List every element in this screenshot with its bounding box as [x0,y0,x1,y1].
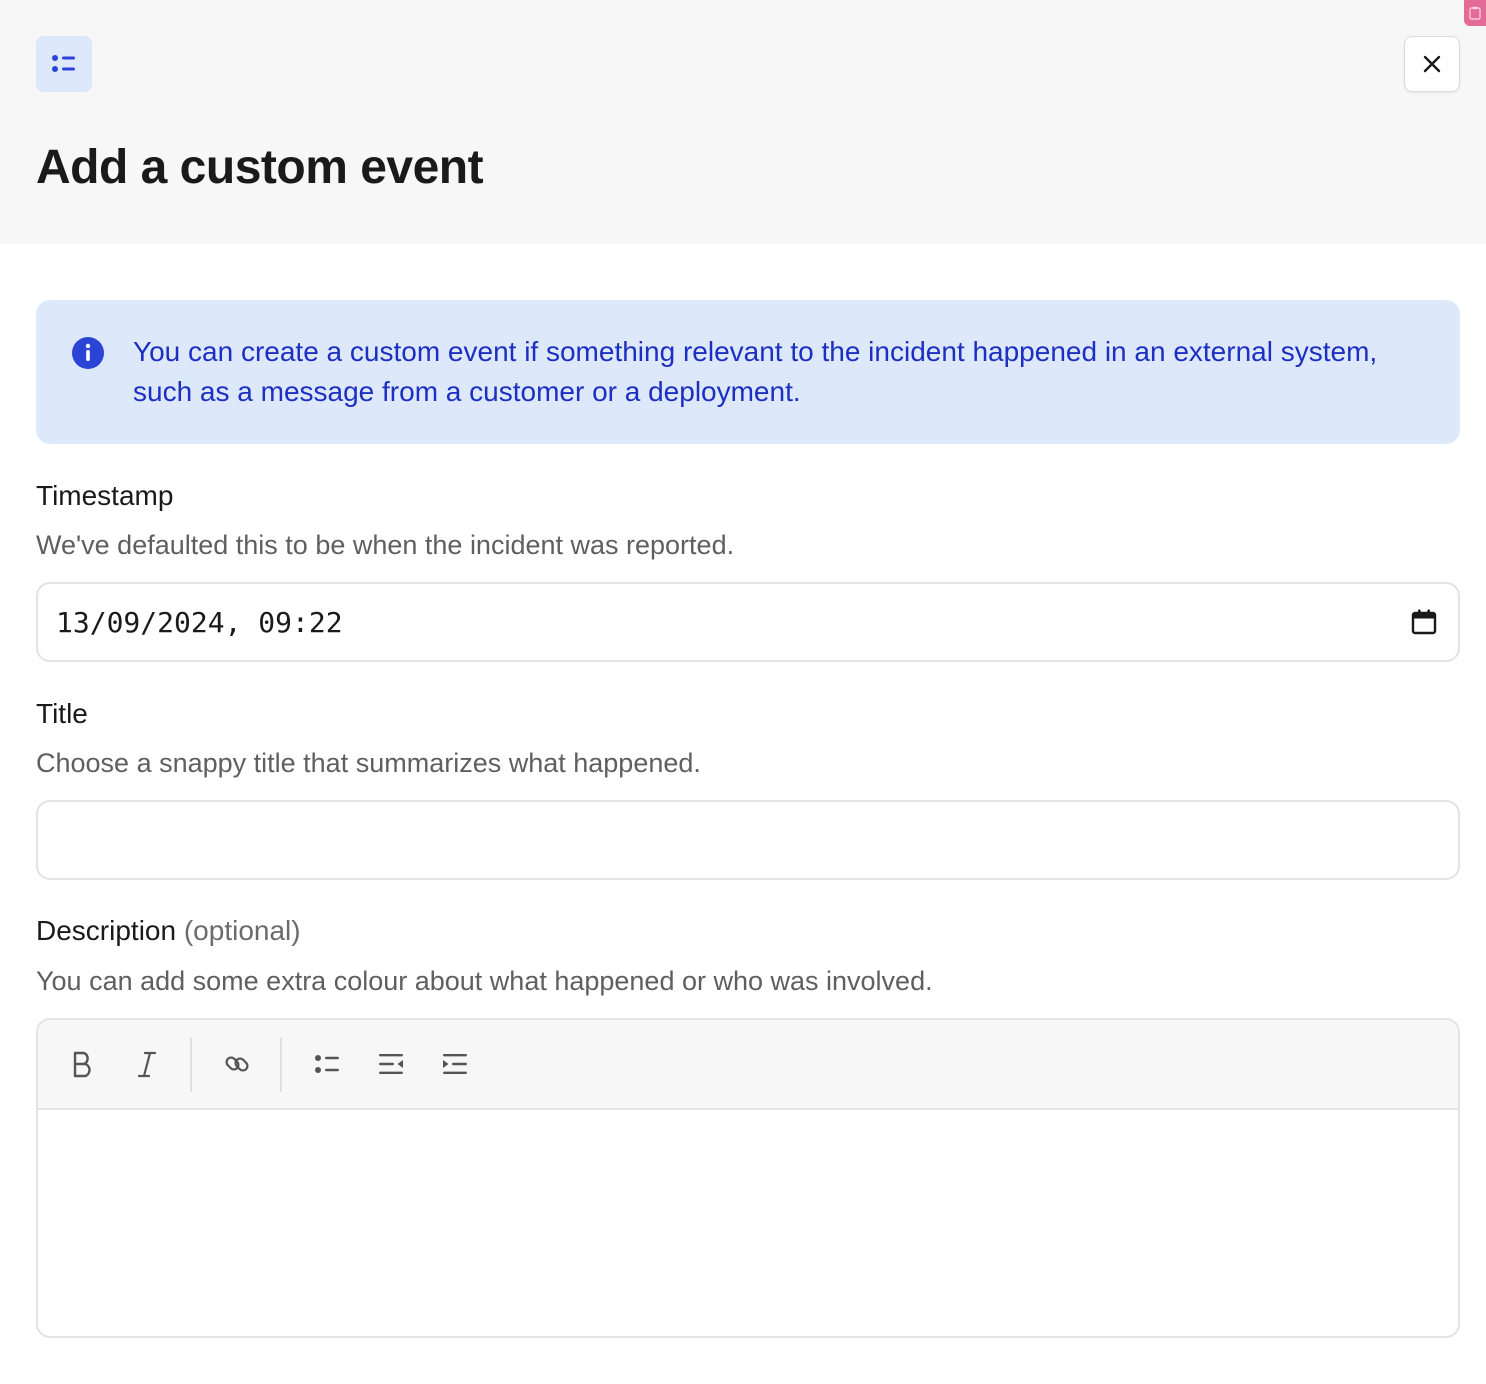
description-textarea[interactable] [38,1112,1458,1336]
calendar-icon[interactable] [1410,608,1438,636]
optional-tag: (optional) [183,915,301,946]
title-value[interactable] [56,802,1386,878]
link-icon [225,1056,249,1072]
title-label: Title [36,698,88,729]
outdent-button[interactable] [374,1047,408,1081]
close-icon [1423,55,1441,73]
description-label: Description (optional) [36,915,301,947]
close-button[interactable] [1404,36,1460,92]
bullet-list-icon [315,1055,339,1073]
clipboard-icon[interactable] [1464,0,1486,26]
info-callout: You can create a custom event if somethi… [36,300,1460,444]
toolbar-divider [280,1038,282,1092]
timestamp-help: We've defaulted this to be when the inci… [36,530,735,560]
page-title: Add a custom event [36,141,484,194]
editor-toolbar [38,1020,1458,1110]
modal-header: Add a custom event [0,0,1486,244]
description-help: You can add some extra colour about what… [36,966,933,996]
bold-icon [73,1051,91,1078]
title-input[interactable] [36,800,1460,880]
info-icon [72,337,104,369]
timestamp-label: Timestamp [36,480,174,511]
indent-icon [443,1054,467,1074]
title-help: Choose a snappy title that summarizes wh… [36,748,701,778]
timestamp-input[interactable] [36,582,1460,662]
italic-icon [137,1051,157,1078]
indent-button[interactable] [438,1047,472,1081]
description-editor[interactable] [36,1018,1460,1338]
bold-button[interactable] [66,1047,100,1081]
list-icon [36,36,92,92]
outdent-icon [379,1054,403,1074]
bullet-list-button[interactable] [310,1047,344,1081]
callout-text: You can create a custom event if somethi… [133,336,1378,407]
timestamp-value[interactable] [56,584,1386,660]
italic-button[interactable] [130,1047,164,1081]
description-label-text: Description [36,915,177,946]
toolbar-divider [190,1038,192,1092]
link-button[interactable] [220,1047,254,1081]
